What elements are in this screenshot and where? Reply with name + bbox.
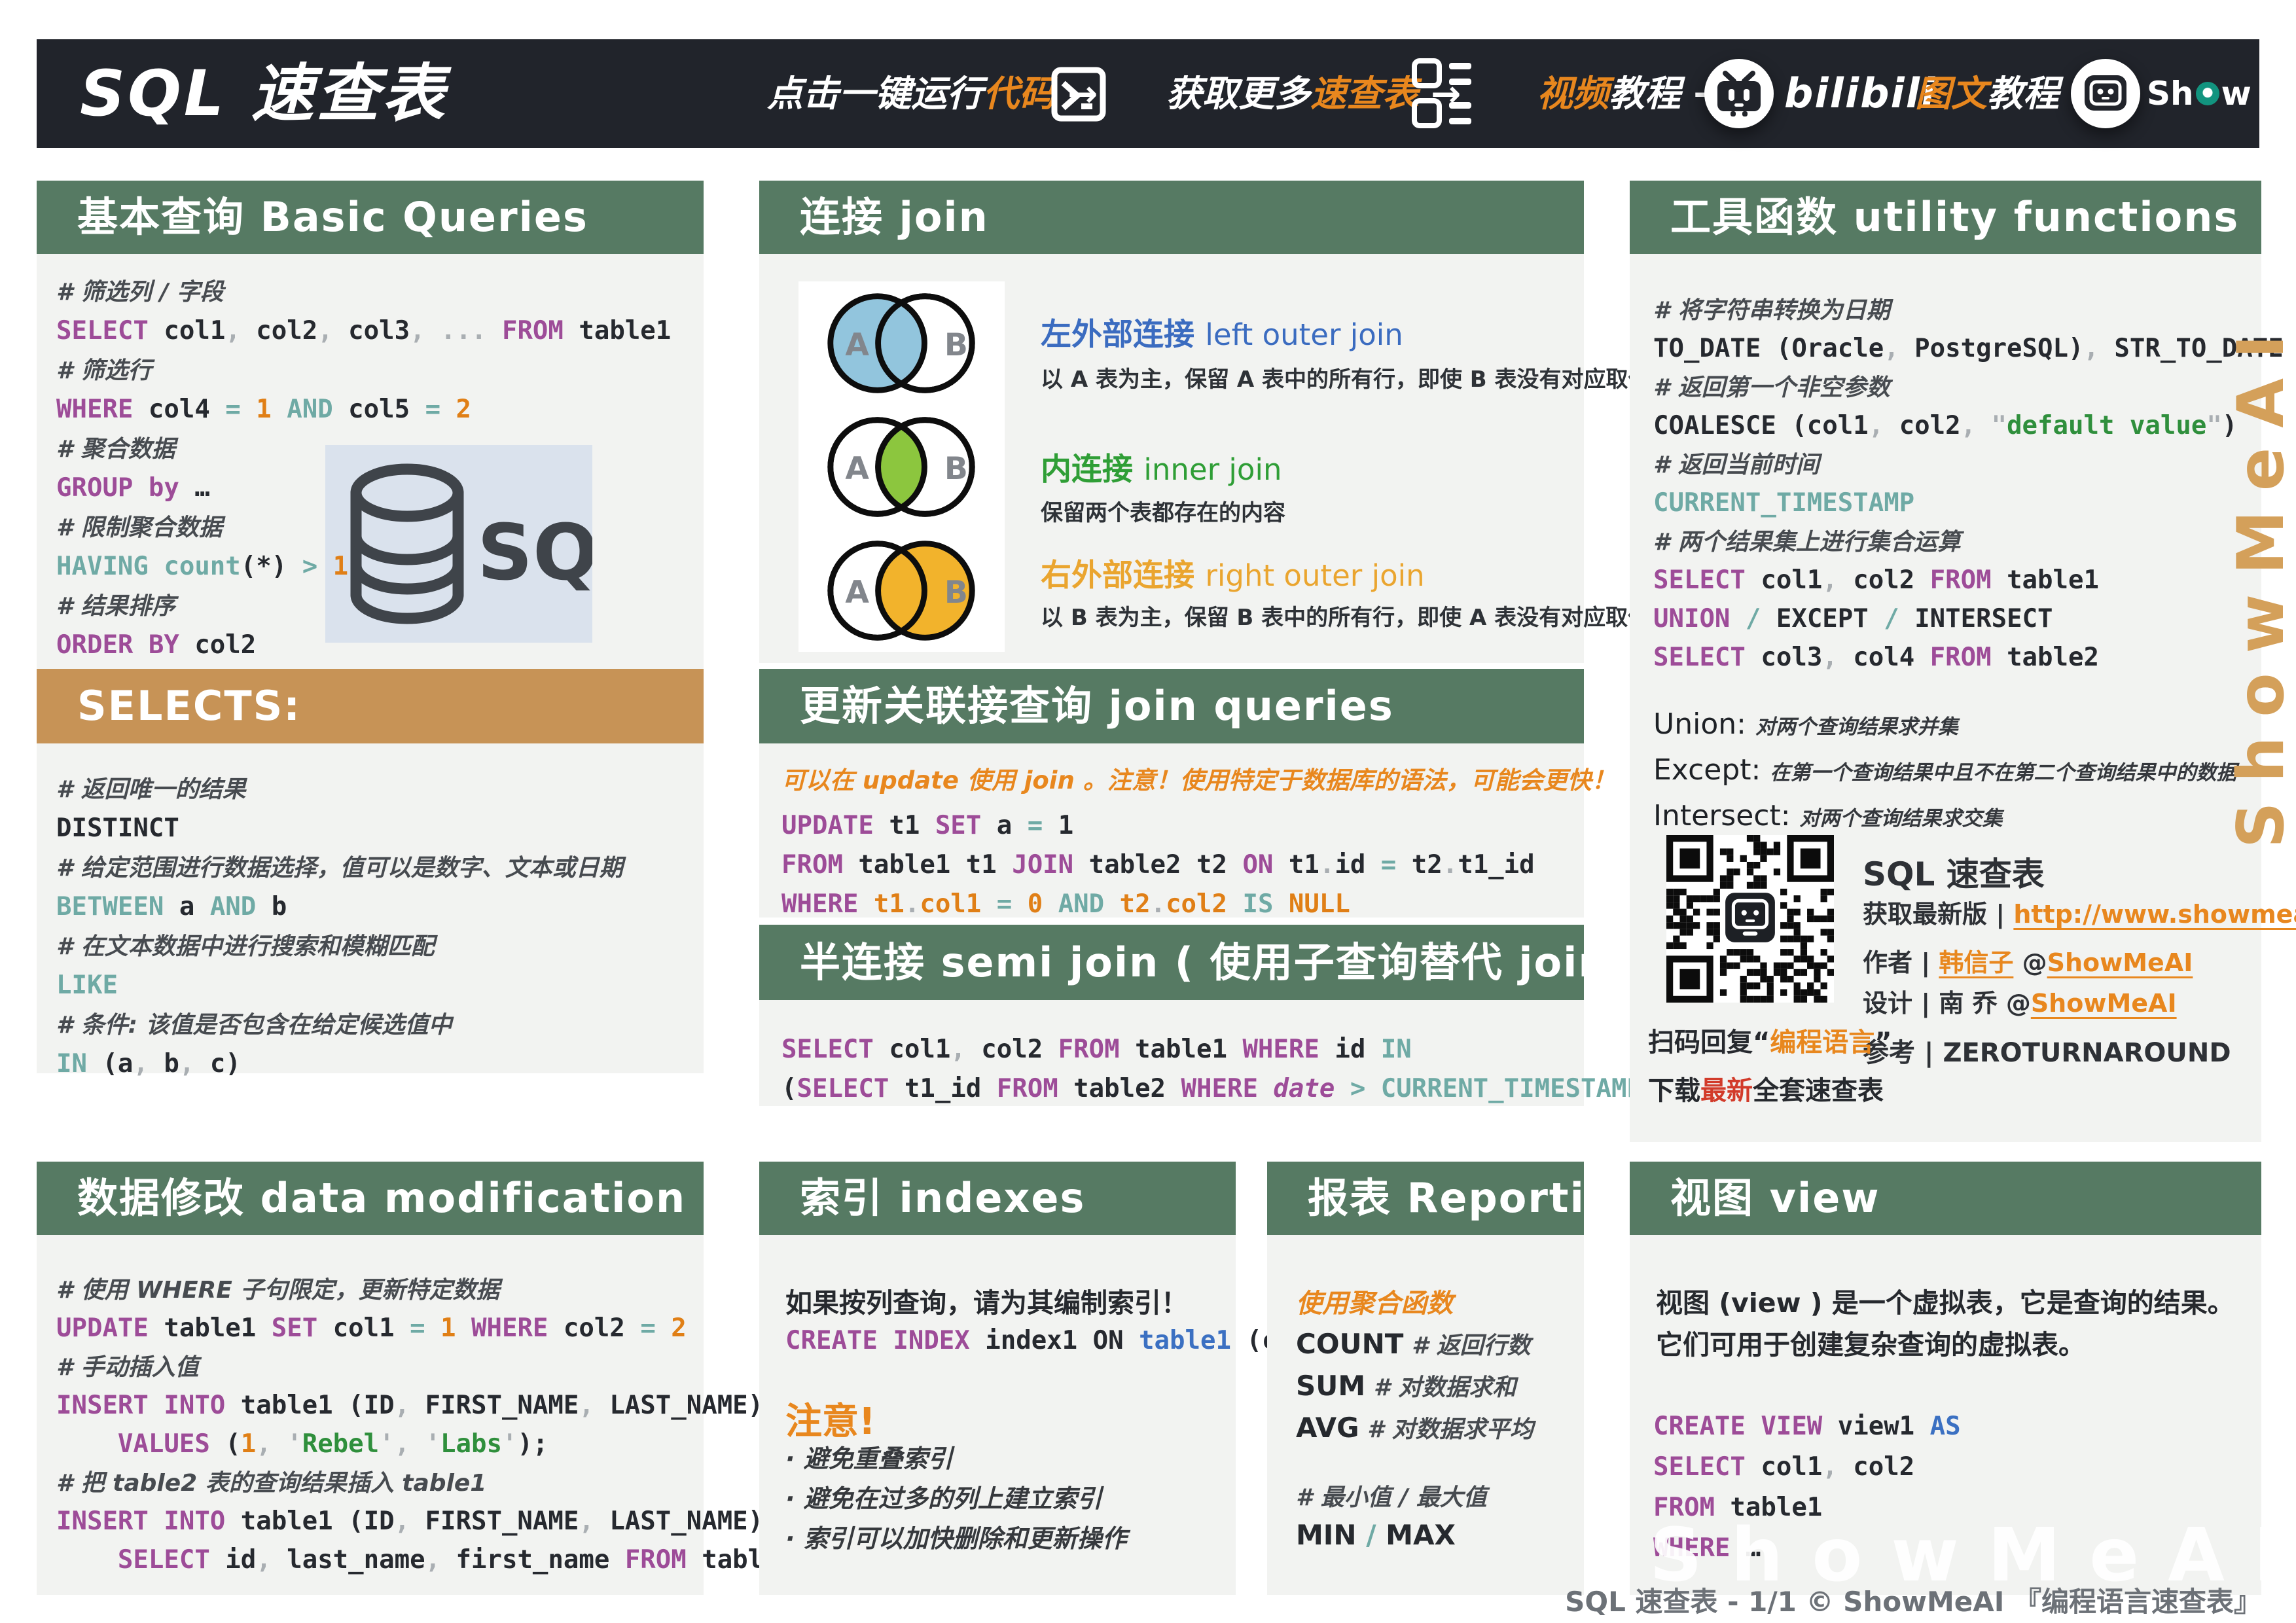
qr-download-caption: 下载最新全套速查表 bbox=[1648, 1069, 1864, 1107]
panel-indexes: 索引 indexes 如果按列查询，请为其编制索引！ CREATE INDEX … bbox=[759, 1162, 1236, 1595]
code-block-join-queries: UPDATE t1 SET a = 1FROM table1 t1 JOIN t… bbox=[781, 806, 1535, 924]
set-operation-definitions: Union: 对两个查询结果求并集 Except: 在第一个查询结果中且不在第二… bbox=[1653, 704, 2236, 842]
panel-title: 视图 view bbox=[1630, 1162, 2261, 1235]
join-row-desc-right-outer: 以 B 表为主，保留 B 表中的所有行，即使 A 表没有对应取值 bbox=[1041, 599, 1650, 632]
qr-design-line: 设计 | 南 乔 @ShowMeAI bbox=[1863, 983, 2177, 1019]
video-tutorial-link[interactable]: 视频教程 → bbox=[1537, 39, 1723, 148]
view-intro: 视图 (view ) 是一个虚拟表，它是查询的结果。它们可用于创建复杂查询的虚拟… bbox=[1656, 1282, 2238, 1366]
panel-title: 连接 join bbox=[759, 181, 1584, 254]
cheatsheet-list-icon[interactable] bbox=[1411, 58, 1474, 131]
join-row-title-inner: 内连接 inner join bbox=[1041, 444, 1282, 489]
definition-item: Except: 在第一个查询结果中且不在第二个查询结果中的数据 bbox=[1653, 750, 2236, 796]
panel-title: 数据修改 data modification bbox=[37, 1162, 704, 1235]
author-link[interactable]: 韩信子 bbox=[1939, 948, 2013, 977]
showmeai-link[interactable]: ShowMeAI bbox=[2047, 948, 2193, 977]
panel-selects: SELECTS: # 返回唯一的结果DISTINCT# 给定范围进行数据选择，值… bbox=[37, 669, 704, 1073]
qr-reference-line: 参考 | ZEROTURNAROUND bbox=[1863, 1031, 2231, 1069]
terminal-icon[interactable] bbox=[1050, 65, 1107, 123]
qr-scan-caption: 扫码回复“编程语言” bbox=[1648, 1021, 1864, 1059]
reporting-minmax: MIN / MAX bbox=[1296, 1519, 1456, 1551]
qr-code bbox=[1666, 835, 1834, 1003]
qr-latest-line: 获取最新版 | http://www.showmeai.tech/ bbox=[1863, 894, 2296, 930]
code-block-semi-join: SELECT col1, col2 FROM table1 WHERE id I… bbox=[781, 1030, 1657, 1109]
showmeai-website-link[interactable]: http://www.showmeai.tech/ bbox=[2013, 900, 2296, 929]
svg-text:B: B bbox=[944, 575, 967, 611]
indexes-warning-title: 注意! bbox=[785, 1392, 876, 1445]
watermark-bottom: ShowMeAI bbox=[1649, 1513, 2296, 1598]
panel-utility-functions: 工具函数 utility functions # 将字符串转换为日期TO_DAT… bbox=[1630, 181, 2261, 1142]
showmeai-brand-text: Shw Me AI bbox=[2147, 39, 2296, 148]
code-block-utility: # 将字符串转换为日期TO_DATE (Oracle, PostgreSQL),… bbox=[1653, 291, 2296, 677]
join-queries-note: 可以在 update 使用 join 。注意！使用特定于数据库的语法，可能会更快… bbox=[781, 760, 1616, 796]
venn-left-outer-join: A B bbox=[804, 283, 1000, 402]
venn-inner-join: A B bbox=[804, 407, 1000, 526]
qr-author-line: 作者 | 韩信子 @ShowMeAI bbox=[1863, 942, 2193, 978]
reporting-row: SUM # 对数据求和 bbox=[1296, 1366, 1534, 1408]
run-code-link[interactable]: 点击一键运行代码 → bbox=[767, 39, 1098, 148]
panel-title: 半连接 semi join ( 使用子查询替代 join) bbox=[759, 925, 1584, 1000]
panel-title: 基本查询 Basic Queries bbox=[37, 181, 704, 254]
panel-data-modification: 数据修改 data modification # 使用 WHERE 子句限定，更… bbox=[37, 1162, 704, 1595]
page: SQL 速查表 点击一键运行代码 → 获取更多速查表 → 视频教程 → bbox=[0, 0, 2296, 1623]
panel-semi-join: 半连接 semi join ( 使用子查询替代 join) SELECT col… bbox=[759, 925, 1584, 1106]
qr-card-title: SQL 速查表 bbox=[1863, 848, 2045, 895]
svg-text:A: A bbox=[845, 328, 869, 364]
reporting-rows: COUNT # 返回行数 SUM # 对数据求和 AVG # 对数据求平均 bbox=[1296, 1324, 1534, 1450]
showmeai-o-dot-icon bbox=[2196, 82, 2219, 105]
header-bar: SQL 速查表 点击一键运行代码 → 获取更多速查表 → 视频教程 → bbox=[37, 39, 2259, 148]
indexes-intro: 如果按列查询，请为其编制索引！ bbox=[785, 1282, 1188, 1324]
panel-title: 更新关联接查询 join queries bbox=[759, 669, 1584, 743]
venn-diagrams-card: A B A B A B bbox=[798, 281, 1005, 652]
code-block-indexes: CREATE INDEX index1 ON table1 (col1) bbox=[785, 1321, 1338, 1361]
bullet-item: · 避免重叠索引 bbox=[785, 1439, 1127, 1479]
showmeai-logo-icon[interactable] bbox=[2071, 59, 2140, 128]
panel-reporting: 报表 Reporting 使用聚合函数 COUNT # 返回行数 SUM # 对… bbox=[1267, 1162, 1584, 1595]
panel-join: 连接 join A B A B bbox=[759, 181, 1584, 663]
bilibili-brand-text: bilibili bbox=[1784, 39, 1936, 148]
join-row-desc-left-outer: 以 A 表为主，保留 A 表中的所有行，即使 B 表没有对应取值 bbox=[1041, 361, 1651, 393]
svg-text:A: A bbox=[845, 451, 869, 487]
bilibili-icon[interactable] bbox=[1704, 59, 1774, 128]
panel-basic-queries: 基本查询 Basic Queries SQL # 筛选列 / 字段SELECT … bbox=[37, 181, 704, 669]
join-row-title-right-outer: 右外部连接 right outer join bbox=[1041, 550, 1425, 595]
reporting-row: AVG # 对数据求平均 bbox=[1296, 1408, 1534, 1450]
code-block-selects: # 返回唯一的结果DISTINCT# 给定范围进行数据选择，值可以是数字、文本或… bbox=[56, 770, 623, 1084]
code-block-basic: # 筛选列 / 字段SELECT col1, col2, col3, ... F… bbox=[56, 272, 671, 665]
watermark-side: ShowMeAI bbox=[2224, 181, 2296, 848]
bullet-item: · 索引可以加快删除和更新操作 bbox=[785, 1519, 1127, 1559]
definition-item: Union: 对两个查询结果求并集 bbox=[1653, 704, 2236, 750]
join-row-title-left-outer: 左外部连接 left outer join bbox=[1041, 309, 1403, 354]
join-row-desc-inner: 保留两个表都存在的内容 bbox=[1041, 495, 1285, 527]
svg-text:B: B bbox=[944, 328, 967, 364]
panel-title: 索引 indexes bbox=[759, 1162, 1236, 1235]
bullet-item: · 避免在过多的列上建立索引 bbox=[785, 1479, 1127, 1519]
page-title: SQL 速查表 bbox=[80, 39, 447, 148]
reporting-note: 使用聚合函数 bbox=[1296, 1282, 1453, 1320]
code-block-data-modification: # 使用 WHERE 子句限定，更新特定数据UPDATE table1 SET … bbox=[56, 1270, 794, 1579]
panel-title: 工具函数 utility functions bbox=[1630, 181, 2261, 254]
showmeai-link[interactable]: ShowMeAI bbox=[2031, 989, 2177, 1018]
panel-title: SELECTS: bbox=[37, 669, 704, 743]
venn-right-outer-join: A B bbox=[804, 531, 1000, 650]
panel-join-queries: 更新关联接查询 join queries 可以在 update 使用 join … bbox=[759, 669, 1584, 918]
indexes-bullets: · 避免重叠索引 · 避免在过多的列上建立索引 · 索引可以加快删除和更新操作 bbox=[785, 1439, 1127, 1559]
svg-text:B: B bbox=[944, 451, 967, 487]
panel-title: 报表 Reporting bbox=[1267, 1162, 1584, 1235]
reporting-row: COUNT # 返回行数 bbox=[1296, 1324, 1534, 1366]
reporting-minmax-comment: # 最小值 / 最大值 bbox=[1296, 1478, 1487, 1512]
svg-text:A: A bbox=[845, 575, 869, 611]
